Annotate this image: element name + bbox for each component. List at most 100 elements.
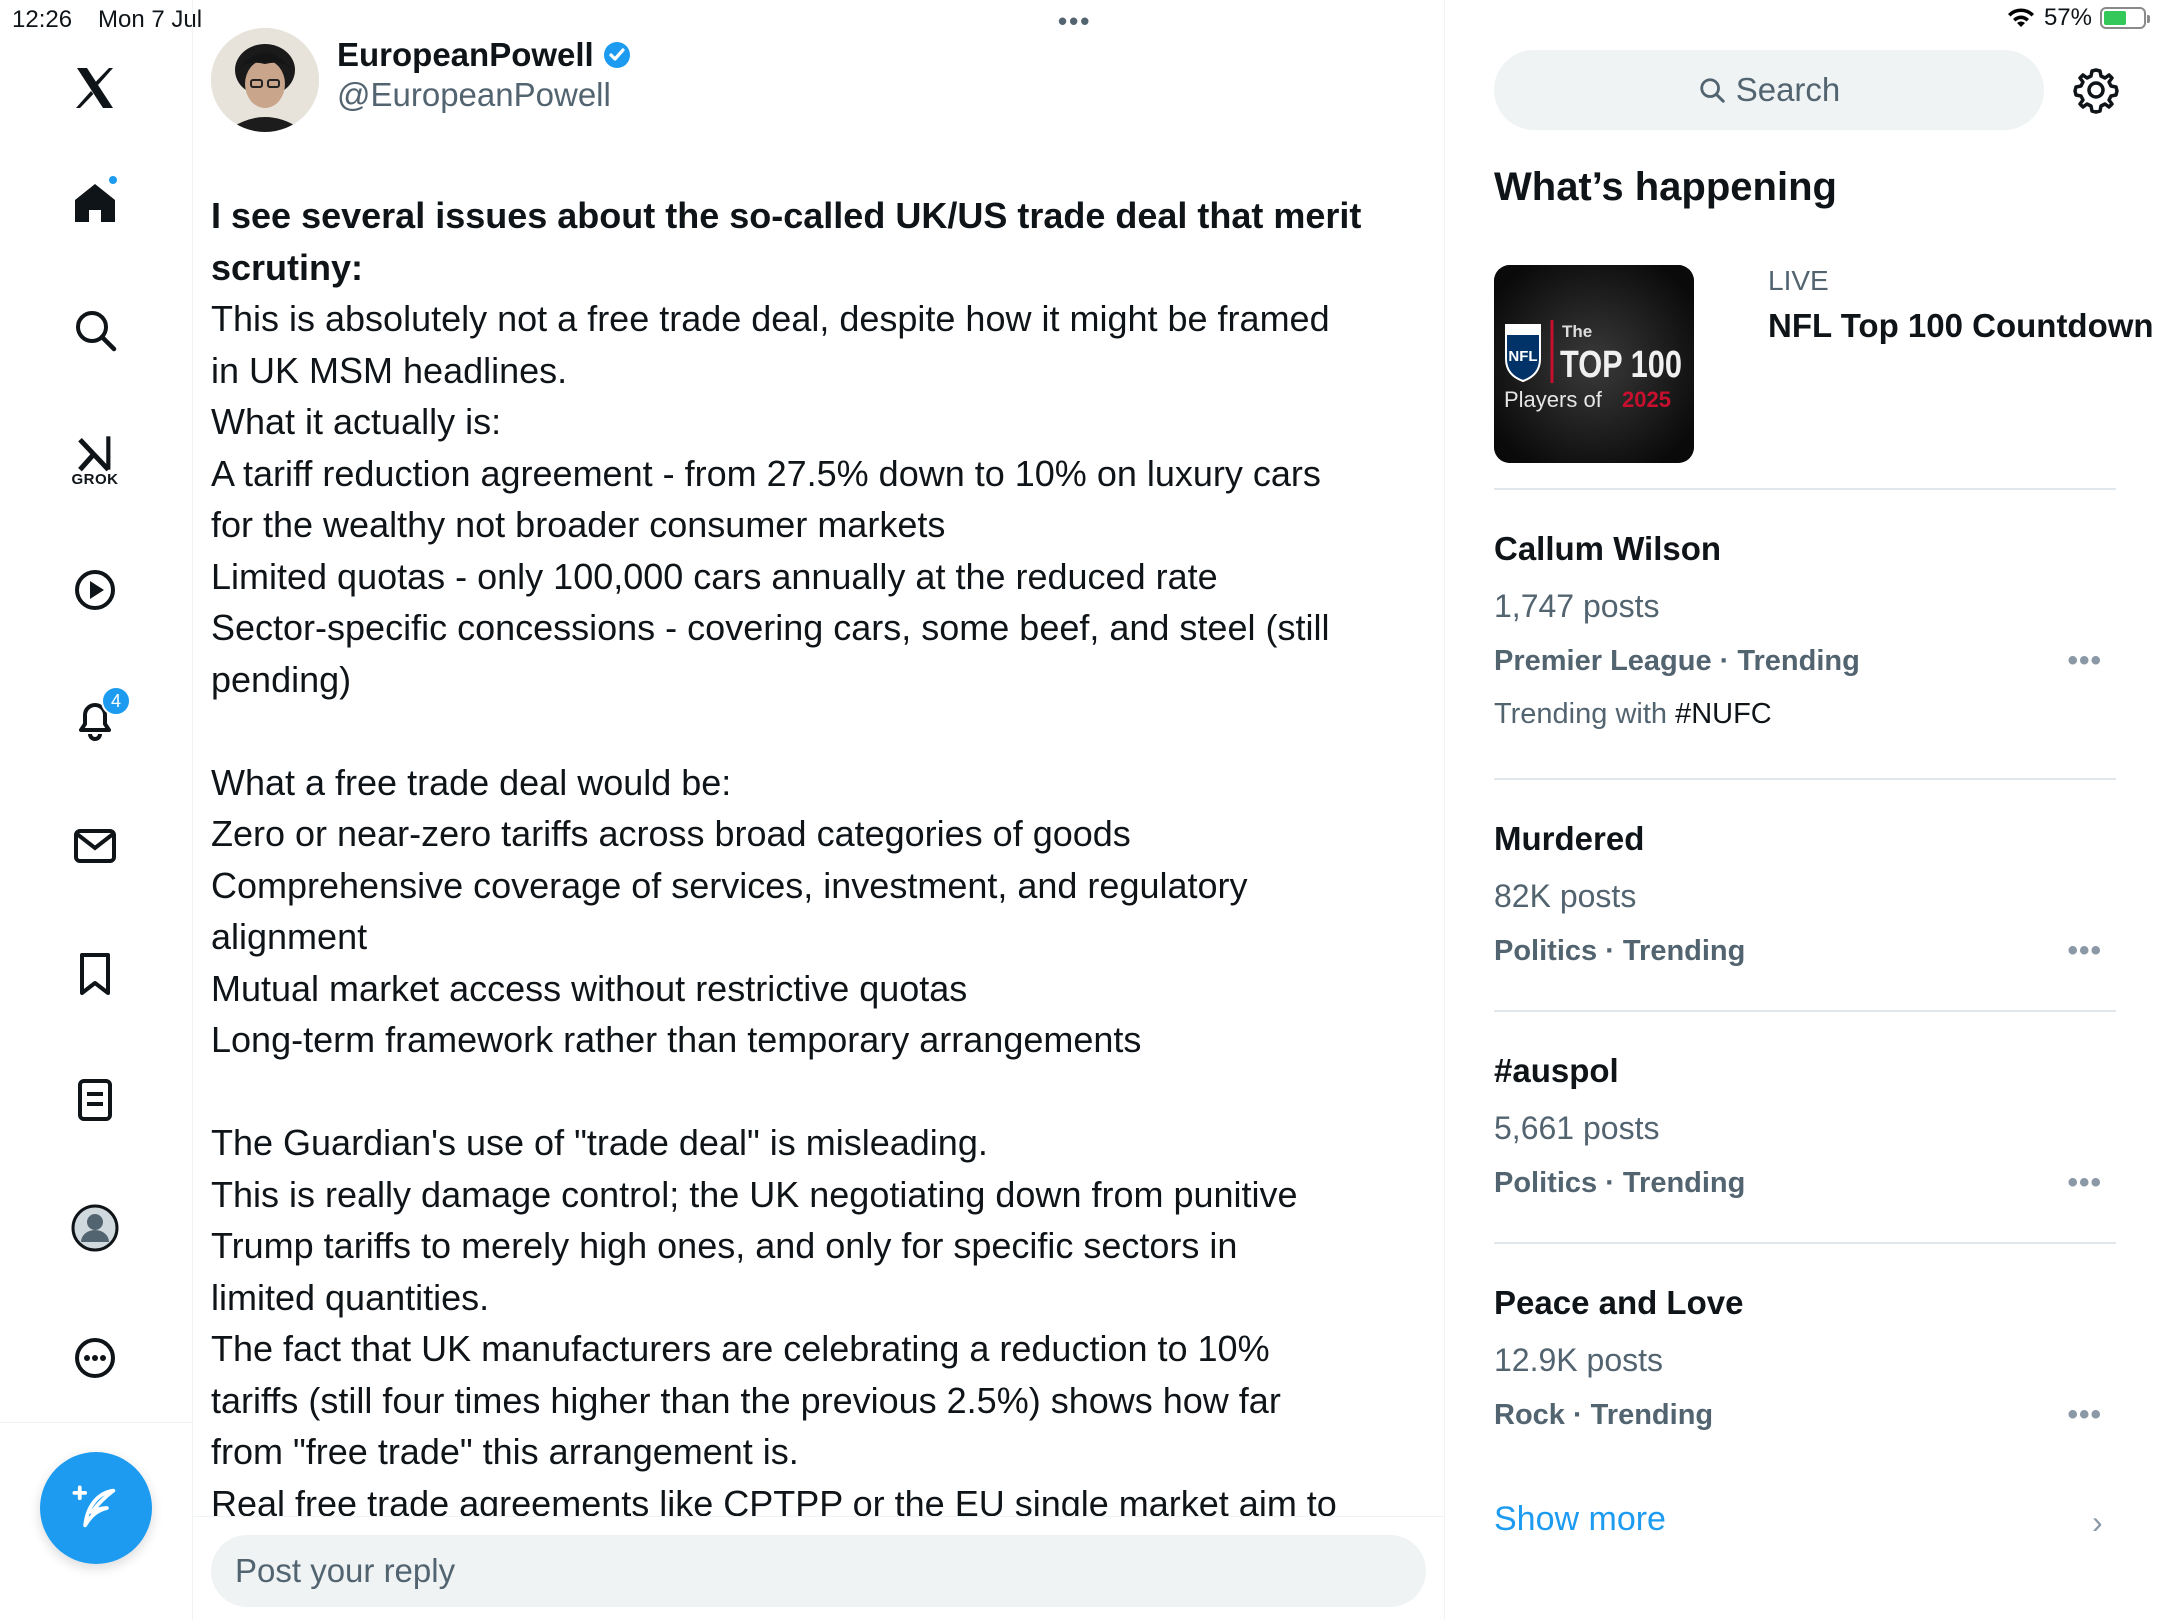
lists-glyph — [78, 1079, 112, 1121]
post-text-line: tariffs (still four times higher than th… — [211, 1379, 1281, 1421]
x-logo-icon[interactable] — [45, 48, 145, 128]
trend-with-prefix: Trending with — [1494, 698, 1676, 730]
chevron-right-icon[interactable]: › — [2092, 1504, 2103, 1541]
video-icon[interactable] — [45, 550, 145, 630]
messages-icon[interactable] — [45, 806, 145, 886]
post-paragraph-gap — [211, 705, 1436, 757]
post-text-line: in UK MSM headlines. — [211, 349, 568, 391]
right-sidebar: Search What’s happening NFL The TOP 100 … — [1446, 0, 2160, 1620]
avatar-placeholder-icon — [71, 1204, 119, 1252]
trend-title: Murdered — [1494, 820, 1645, 857]
x-logo-glyph — [76, 68, 113, 108]
trend-category: Premier League · Trending — [1494, 645, 1860, 677]
trend-category: Politics · Trending — [1494, 1167, 1746, 1199]
trend-item[interactable]: #auspol 5,661 posts Politics · Trending … — [1494, 1052, 2116, 1200]
trend-divider — [1494, 488, 2116, 490]
video-glyph — [75, 570, 115, 610]
notifications-icon[interactable]: 4 — [45, 678, 145, 758]
compose-button[interactable] — [40, 1452, 152, 1564]
post-text-line: pending) — [211, 658, 352, 700]
post-detail: EuropeanPowell @EuropeanPowell I see sev… — [193, 0, 1445, 1620]
post-text-line: Trump tariffs to merely high ones, and o… — [211, 1225, 1238, 1266]
grok-label: GROK — [71, 470, 119, 488]
thumb-nfl: NFL — [1508, 348, 1537, 365]
grok-icon[interactable]: GROK — [45, 420, 145, 500]
post-text-line: Zero or near-zero tariffs across broad c… — [211, 813, 1131, 854]
post-text-line: Comprehensive coverage of services, inve… — [211, 864, 1248, 906]
post-text: I see several issues about the so-called… — [211, 190, 1436, 1529]
post-text-line: Sector-specific concessions - covering c… — [211, 607, 1330, 648]
author-name[interactable]: EuropeanPowell — [337, 36, 594, 74]
bookmarks-icon[interactable] — [45, 934, 145, 1014]
lists-icon[interactable] — [45, 1060, 145, 1140]
compose-icon — [72, 1485, 116, 1528]
thumb-the: The — [1562, 322, 1592, 341]
trend-more-icon[interactable]: ••• — [2067, 934, 2102, 968]
more-circle-glyph — [75, 1338, 115, 1378]
post-text-line: A tariff reduction agreement - from 27.5… — [211, 452, 1321, 494]
trend-title: Peace and Love — [1494, 1284, 1744, 1321]
author-photo — [211, 28, 319, 132]
nav-divider — [0, 1422, 193, 1423]
trend-divider — [1494, 778, 2116, 780]
thumb-players: Players of — [1504, 387, 1603, 412]
trend-count: 12.9K posts — [1494, 1342, 1663, 1378]
search-input[interactable]: Search — [1494, 50, 2044, 130]
author-handle[interactable]: @EuropeanPowell — [337, 76, 632, 114]
trend-more-icon[interactable]: ••• — [2067, 644, 2102, 678]
post-text-line: This is absolutely not a free trade deal… — [211, 298, 1330, 339]
trend-item[interactable]: Peace and Love 12.9K posts Rock · Trendi… — [1494, 1284, 2116, 1432]
left-nav: GROK 4 — [0, 0, 193, 1620]
trend-item[interactable]: Murdered 82K posts Politics · Trending •… — [1494, 820, 2116, 968]
home-unread-dot — [107, 174, 119, 186]
show-more-link[interactable]: Show more — [1494, 1500, 1666, 1539]
trend-with: Trending with #NUFC — [1494, 698, 2116, 731]
live-tag: LIVE — [1768, 265, 1829, 296]
post-text-line: This is really damage control; the UK ne… — [211, 1173, 1298, 1215]
profile-icon[interactable] — [45, 1188, 145, 1268]
post-text-line: The Guardian's use of "trade deal" is mi… — [211, 1122, 988, 1163]
post-text-line: What a free trade deal would be: — [211, 761, 732, 803]
section-title: What’s happening — [1494, 165, 1837, 209]
search-icon — [1700, 78, 1725, 103]
thumb-year: 2025 — [1622, 387, 1671, 412]
more-icon[interactable] — [45, 1318, 145, 1398]
live-title: NFL Top 100 Countdown — [1768, 307, 2154, 344]
search-placeholder: Search — [1735, 71, 1841, 108]
verified-badge-icon — [603, 42, 630, 68]
trend-hashtag-link[interactable]: #NUFC — [1675, 698, 1772, 730]
post-text-line: limited quantities. — [211, 1276, 490, 1318]
home-icon[interactable] — [45, 162, 145, 242]
reply-input[interactable]: Post your reply — [211, 1535, 1426, 1607]
trend-count: 82K posts — [1494, 878, 1637, 914]
trend-more-icon[interactable]: ••• — [2067, 1166, 2102, 1200]
live-event-thumbnail: NFL The TOP 100 Players of 2025 — [1494, 265, 1694, 463]
author-avatar[interactable] — [211, 28, 319, 132]
post-text-line: The fact that UK manufacturers are celeb… — [211, 1328, 1270, 1369]
trend-item[interactable]: Callum Wilson 1,747 posts Premier League… — [1494, 530, 2116, 731]
trend-count: 1,747 posts — [1494, 588, 1660, 624]
trend-title: Callum Wilson — [1494, 530, 1722, 567]
post-text-line: Limited quotas - only 100,000 cars annua… — [211, 555, 1218, 597]
post-text-line: scrutiny: — [211, 246, 364, 288]
post-text-line: alignment — [211, 916, 368, 957]
post-text-line: for the wealthy not broader consumer mar… — [211, 504, 946, 545]
grok-glyph — [78, 435, 111, 471]
post-text-line: from "free trade" this arrangement is. — [211, 1431, 799, 1472]
trend-category: Politics · Trending — [1494, 935, 1746, 967]
live-event-card[interactable]: NFL The TOP 100 Players of 2025 LIVE NFL… — [1494, 265, 2154, 465]
search-glyph — [76, 311, 117, 352]
reply-bar: Post your reply — [193, 1516, 1444, 1620]
search-icon[interactable] — [45, 290, 145, 370]
post-text-line: Mutual market access without restrictive… — [211, 967, 968, 1009]
bookmark-icon — [80, 953, 110, 995]
post-author[interactable]: EuropeanPowell @EuropeanPowell — [211, 28, 632, 132]
thumb-top: TOP 100 — [1560, 344, 1682, 386]
trend-count: 5,661 posts — [1494, 1110, 1660, 1146]
trend-more-icon[interactable]: ••• — [2067, 1398, 2102, 1432]
post-paragraph-gap — [211, 1066, 1436, 1118]
trend-title: #auspol — [1494, 1052, 1619, 1089]
trend-category: Rock · Trending — [1494, 1399, 1714, 1431]
trend-divider — [1494, 1010, 2116, 1012]
gear-icon[interactable] — [2072, 66, 2120, 114]
